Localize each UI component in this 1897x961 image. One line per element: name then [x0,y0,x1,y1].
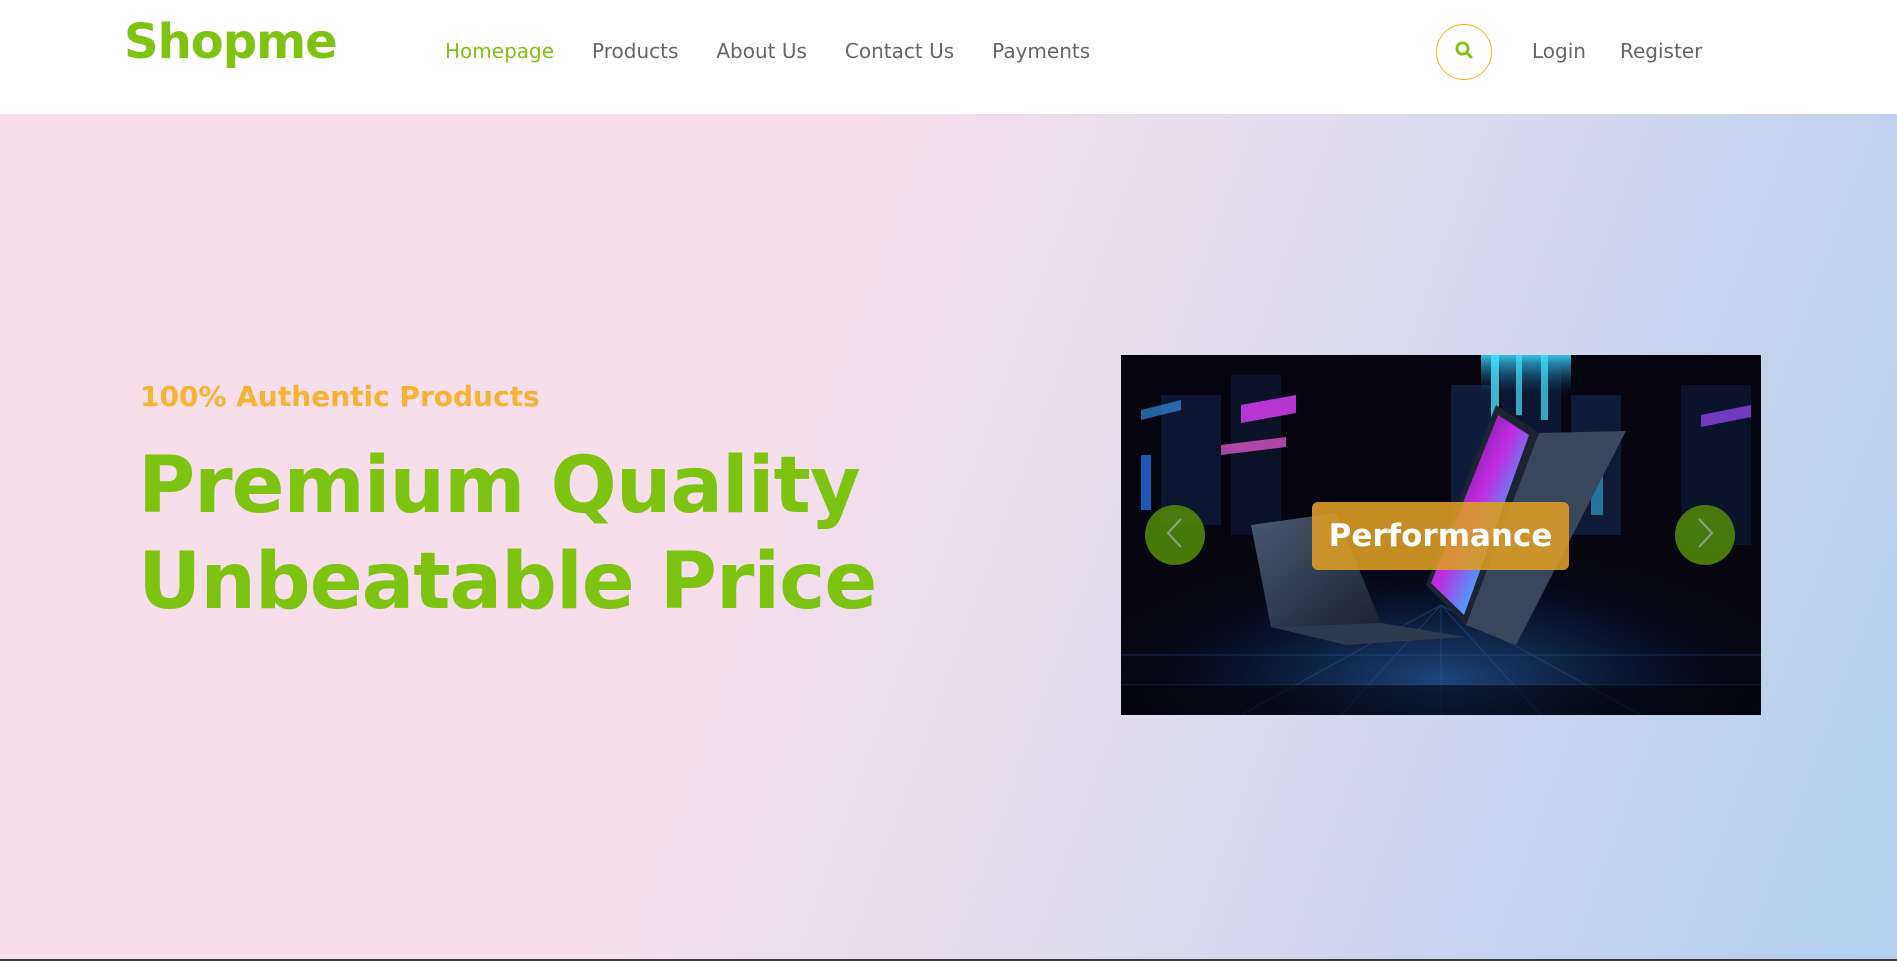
nav-products[interactable]: Products [592,37,678,65]
hero-headline-line1: Premium Quality [138,441,861,531]
nav-contact-us[interactable]: Contact Us [845,37,954,65]
carousel-caption: Performance [1312,502,1569,570]
carousel-prev-button[interactable] [1145,505,1205,565]
chevron-right-icon [1690,515,1720,556]
hero-tagline: 100% Authentic Products [140,380,540,413]
site-header: Shopme Homepage Products About Us Contac… [0,0,1897,114]
hero-carousel[interactable]: Performance [1121,355,1761,715]
nav-about-us[interactable]: About Us [716,37,807,65]
auth-links: Login Register [1532,37,1736,65]
chevron-left-icon [1160,515,1190,556]
register-link[interactable]: Register [1620,37,1702,65]
search-button[interactable] [1436,24,1492,80]
login-link[interactable]: Login [1532,37,1586,65]
carousel-next-button[interactable] [1675,505,1735,565]
site-logo[interactable]: Shopme [124,16,338,69]
nav-homepage[interactable]: Homepage [445,37,554,65]
search-icon [1454,40,1474,65]
hero-headline: Premium Quality Unbeatable Price [138,438,877,630]
main-nav: Homepage Products About Us Contact Us Pa… [445,37,1128,65]
hero-headline-line2: Unbeatable Price [138,537,877,627]
nav-payments[interactable]: Payments [992,37,1090,65]
